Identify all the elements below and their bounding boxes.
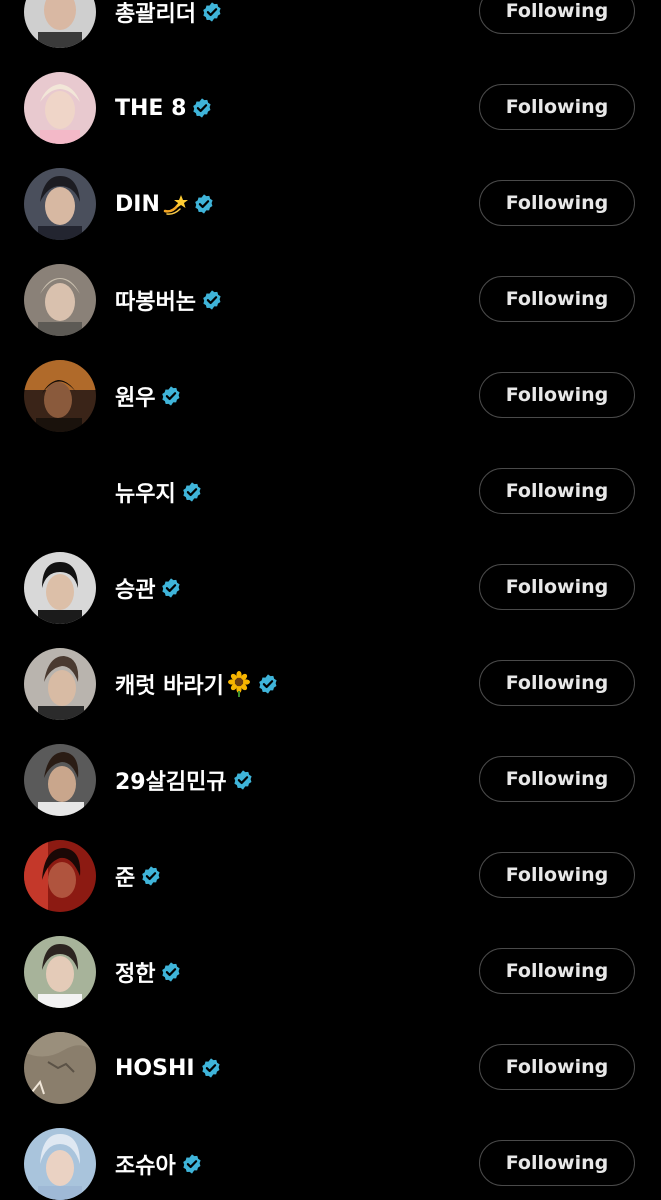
- account-row[interactable]: 뉴우지 Following: [0, 396, 661, 514]
- account-row[interactable]: 캐럿 바라기 Following: [0, 588, 661, 720]
- account-row[interactable]: THE 8 Following: [0, 12, 661, 144]
- account-row[interactable]: HOSHI Following: [0, 972, 661, 1104]
- account-row[interactable]: 원우 Following: [0, 300, 661, 432]
- account-name: 조슈아: [115, 1154, 176, 1179]
- account-row[interactable]: 준 Following: [0, 780, 661, 912]
- account-row[interactable]: DIN Following: [0, 108, 661, 240]
- following-button[interactable]: Following: [479, 1140, 635, 1186]
- account-row[interactable]: 총괄리더 Following: [0, 0, 661, 48]
- account-row[interactable]: 정한 Following: [0, 876, 661, 1008]
- account-row[interactable]: 29살김민규 Following: [0, 684, 661, 816]
- avatar[interactable]: [24, 1128, 96, 1200]
- account-row[interactable]: 조슈아 Following: [0, 1068, 661, 1200]
- following-list: 총괄리더 Following THE 8 Following DIN Follo…: [0, 0, 661, 1200]
- account-name-group: 조슈아: [115, 1148, 203, 1180]
- account-row[interactable]: 따봉버논 Following: [0, 204, 661, 336]
- account-row[interactable]: 승관 Following: [0, 492, 661, 624]
- verified-badge-icon: [181, 1153, 203, 1175]
